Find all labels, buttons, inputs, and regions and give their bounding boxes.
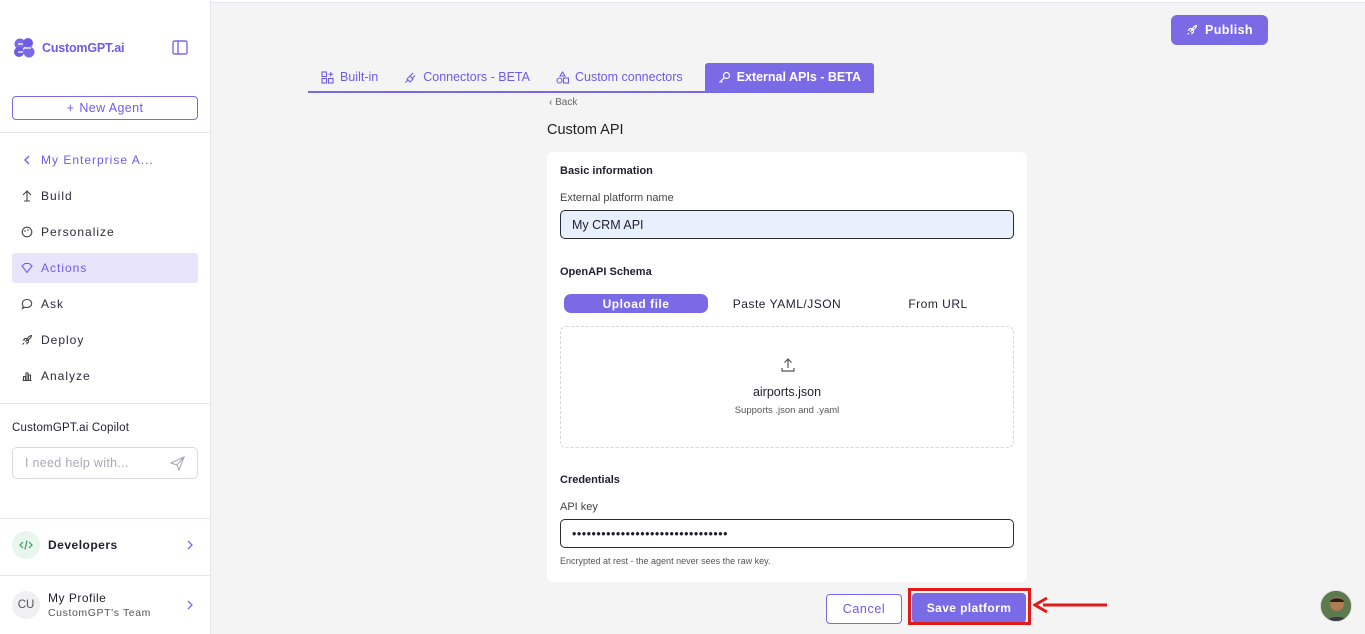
from-url-option[interactable]: From URL — [866, 294, 1010, 313]
copilot-input-box — [12, 447, 198, 479]
developers-label: Developers — [48, 538, 118, 552]
sidebar-item-label: Analyze — [41, 369, 91, 383]
api-key-input[interactable] — [560, 519, 1014, 548]
divider — [0, 518, 210, 519]
plug-icon — [405, 72, 416, 83]
profile-team: CustomGPT's Team — [48, 607, 152, 619]
sidebar-item-actions[interactable]: Actions — [12, 253, 198, 283]
schema-source-selector: Upload file Paste YAML/JSON From URL — [564, 294, 1010, 313]
rocket-icon — [1187, 24, 1198, 35]
back-label: Back — [555, 97, 578, 107]
basic-info-heading: Basic information — [560, 165, 653, 177]
tab-custom-connectors[interactable]: Custom connectors — [543, 63, 696, 91]
platform-name-label: External platform name — [560, 192, 674, 204]
chevron-right-icon — [187, 540, 193, 550]
support-avatar[interactable] — [1320, 590, 1352, 622]
api-key-label: API key — [560, 501, 598, 513]
paste-yaml-json-option[interactable]: Paste YAML/JSON — [715, 294, 859, 313]
avatar: CU — [12, 591, 40, 619]
sidebar-toggle-icon[interactable] — [172, 40, 188, 55]
code-icon — [12, 531, 40, 559]
back-link[interactable]: ‹ Back — [549, 97, 577, 107]
chat-icon — [21, 298, 33, 310]
agent-name: My Enterprise A... — [41, 153, 154, 167]
uploaded-file-name: airports.json — [752, 385, 822, 399]
copilot-title: CustomGPT.ai Copilot — [12, 422, 130, 434]
profile-link[interactable]: CU My Profile CustomGPT's Team — [12, 591, 198, 619]
person-photo-icon — [1321, 591, 1351, 621]
key-icon — [718, 71, 730, 83]
sidebar-item-deploy[interactable]: Deploy — [12, 325, 198, 355]
divider — [0, 403, 210, 404]
platform-name-input[interactable] — [560, 210, 1014, 239]
shapes-icon — [556, 70, 569, 84]
plus-icon: + — [66, 101, 75, 115]
tab-connectors[interactable]: Connectors - BETA — [391, 63, 543, 91]
divider — [0, 132, 210, 133]
brand-logo[interactable]: CustomGPT.ai — [12, 36, 125, 60]
palette-icon — [21, 226, 33, 238]
brain-logo-icon — [14, 38, 35, 58]
tab-label: Built-in — [340, 70, 379, 84]
cancel-button[interactable]: Cancel — [826, 594, 902, 624]
actions-icon — [21, 262, 33, 274]
back-to-agent-link[interactable]: My Enterprise A... — [12, 145, 198, 175]
profile-name: My Profile — [48, 591, 107, 605]
api-key-hint: Encrypted at rest - the agent never sees… — [560, 556, 771, 566]
chart-icon — [22, 372, 32, 382]
publish-button[interactable]: Publish — [1171, 15, 1268, 45]
send-icon[interactable] — [170, 456, 185, 471]
publish-label: Publish — [1205, 23, 1253, 37]
new-agent-button[interactable]: + New Agent — [12, 96, 198, 120]
developers-link[interactable]: Developers — [12, 531, 198, 559]
custom-api-form: Basic information External platform name… — [547, 152, 1027, 582]
sidebar-item-label: Ask — [41, 297, 65, 311]
sidebar-item-label: Actions — [41, 261, 88, 275]
credentials-heading: Credentials — [560, 474, 620, 486]
new-agent-label: New Agent — [79, 101, 144, 115]
sidebar-item-ask[interactable]: Ask — [12, 289, 198, 319]
grid-icon — [321, 70, 334, 84]
chevron-left-icon — [24, 155, 30, 165]
file-dropzone[interactable]: airports.json Supports .json and .yaml — [560, 326, 1014, 448]
page-title: Custom API — [547, 122, 624, 138]
brand-name: CustomGPT.ai — [42, 41, 125, 55]
tab-label: External APIs - BETA — [736, 70, 861, 84]
upload-hint: Supports .json and .yaml — [734, 405, 840, 416]
build-icon — [22, 190, 32, 202]
tab-built-in[interactable]: Built-in — [308, 63, 391, 91]
sidebar-item-analyze[interactable]: Analyze — [12, 361, 198, 391]
annotation-arrow-icon — [1033, 596, 1107, 614]
upload-file-option[interactable]: Upload file — [564, 294, 708, 313]
profile-text: My Profile CustomGPT's Team — [48, 591, 151, 619]
sidebar-item-build[interactable]: Build — [12, 181, 198, 211]
tab-label: Connectors - BETA — [423, 70, 530, 84]
sidebar-item-label: Build — [41, 189, 73, 203]
rocket-icon — [22, 334, 33, 345]
divider — [0, 575, 210, 576]
schema-heading: OpenAPI Schema — [560, 266, 652, 278]
sidebar-item-label: Personalize — [41, 225, 115, 239]
chevron-right-icon — [187, 600, 193, 610]
sidebar: CustomGPT.ai + New Agent My Enterprise A… — [0, 0, 211, 634]
top-border — [211, 0, 1365, 3]
upload-icon — [781, 358, 795, 372]
sidebar-item-label: Deploy — [41, 333, 85, 347]
annotation-highlight-box — [908, 588, 1031, 625]
copilot-input[interactable] — [13, 448, 163, 478]
action-tabs: Built-in Connectors - BETA Custom connec… — [308, 63, 874, 93]
tab-label: Custom connectors — [574, 70, 683, 84]
tab-external-apis[interactable]: External APIs - BETA — [704, 63, 874, 91]
sidebar-item-personalize[interactable]: Personalize — [12, 217, 198, 247]
